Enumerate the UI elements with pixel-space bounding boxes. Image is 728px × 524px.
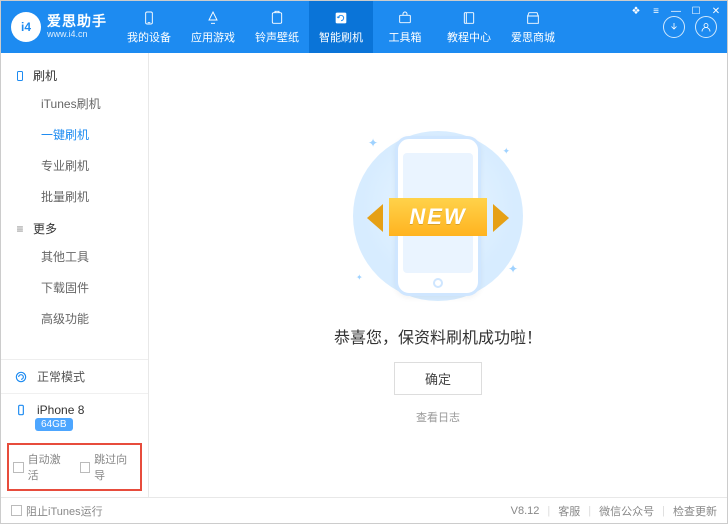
- block-itunes-label: 阻止iTunes运行: [26, 503, 103, 519]
- ribbon-new: NEW: [389, 198, 486, 236]
- mode-row[interactable]: 正常模式: [1, 360, 148, 393]
- skip-guide-checkbox[interactable]: 跳过向导: [80, 451, 137, 483]
- logo-icon: i4: [11, 12, 41, 42]
- refresh-icon: [332, 10, 350, 26]
- group-title: 更多: [33, 220, 57, 237]
- sidebar-item-other-tools[interactable]: 其他工具: [1, 241, 148, 272]
- store-icon: [524, 10, 542, 26]
- view-log-link[interactable]: 查看日志: [416, 409, 460, 425]
- download-button[interactable]: [663, 16, 685, 38]
- music-icon: [268, 10, 286, 26]
- success-message: 恭喜您，保资料刷机成功啦！: [334, 324, 542, 348]
- sidebar-item-download-fw[interactable]: 下载固件: [1, 272, 148, 303]
- nav-label: 铃声壁纸: [255, 29, 299, 45]
- nav-toolbox[interactable]: 工具箱: [373, 1, 437, 53]
- options-box: 自动激活 跳过向导: [7, 443, 142, 491]
- update-link[interactable]: 检查更新: [673, 503, 717, 519]
- device-row[interactable]: iPhone 8 64GB: [1, 393, 148, 439]
- footer: 阻止iTunes运行 V8.12 | 客服 | 微信公众号 | 检查更新: [1, 497, 727, 523]
- block-itunes-checkbox[interactable]: 阻止iTunes运行: [11, 503, 103, 519]
- auto-activate-checkbox[interactable]: 自动激活: [13, 451, 70, 483]
- app-title: 爱思助手: [47, 14, 107, 29]
- sidebar-item-advanced[interactable]: 高级功能: [1, 303, 148, 334]
- mode-label: 正常模式: [37, 368, 85, 385]
- main-content: ✦ ✦ ✦ ✦ NEW 恭喜您，保资料刷机成功啦！ 确定 查看日志: [149, 53, 727, 497]
- sidebar-item-pro-flash[interactable]: 专业刷机: [1, 150, 148, 181]
- book-icon: [460, 10, 478, 26]
- ok-button[interactable]: 确定: [394, 362, 482, 395]
- nav-tutorials[interactable]: 教程中心: [437, 1, 501, 53]
- user-button[interactable]: [695, 16, 717, 38]
- header: i4 爱思助手 www.i4.cn 我的设备 应用游戏 铃声壁纸 智能刷机: [1, 1, 727, 53]
- apps-icon: [204, 10, 222, 26]
- device-name: iPhone 8: [37, 403, 84, 417]
- nav-label: 工具箱: [389, 29, 422, 45]
- wechat-link[interactable]: 微信公众号: [599, 503, 654, 519]
- skin-icon[interactable]: ❖: [629, 4, 643, 18]
- support-link[interactable]: 客服: [558, 503, 580, 519]
- app-url: www.i4.cn: [47, 30, 107, 40]
- nav-my-device[interactable]: 我的设备: [117, 1, 181, 53]
- storage-badge: 64GB: [35, 418, 73, 431]
- maximize-icon[interactable]: ☐: [689, 4, 703, 18]
- sidebar-group-more: ≡ 更多: [1, 212, 148, 241]
- menu-icon[interactable]: ≡: [649, 4, 663, 18]
- nav-store[interactable]: 爱思商城: [501, 1, 565, 53]
- nav-label: 教程中心: [447, 29, 491, 45]
- nav-label: 智能刷机: [319, 29, 363, 45]
- sidebar-item-itunes-flash[interactable]: iTunes刷机: [1, 88, 148, 119]
- toolbox-icon: [396, 10, 414, 26]
- nav-ringtones[interactable]: 铃声壁纸: [245, 1, 309, 53]
- minimize-icon[interactable]: —: [669, 4, 683, 18]
- skip-guide-label: 跳过向导: [94, 451, 136, 483]
- device-phone-icon: [13, 402, 29, 418]
- logo: i4 爱思助手 www.i4.cn: [1, 1, 117, 53]
- close-icon[interactable]: ✕: [709, 4, 723, 18]
- top-nav: 我的设备 应用游戏 铃声壁纸 智能刷机 工具箱 教程中心: [117, 1, 653, 53]
- group-title: 刷机: [33, 67, 57, 84]
- nav-label: 我的设备: [127, 29, 171, 45]
- nav-apps[interactable]: 应用游戏: [181, 1, 245, 53]
- auto-activate-label: 自动激活: [28, 451, 70, 483]
- sidebar-item-batch-flash[interactable]: 批量刷机: [1, 181, 148, 212]
- mode-icon: [13, 369, 29, 385]
- nav-label: 应用游戏: [191, 29, 235, 45]
- nav-flash[interactable]: 智能刷机: [309, 1, 373, 53]
- sidebar-group-flash: 刷机: [1, 59, 148, 88]
- phone-outline-icon: [13, 69, 27, 83]
- sidebar: 刷机 iTunes刷机 一键刷机 专业刷机 批量刷机 ≡ 更多 其他工具 下载固…: [1, 53, 149, 497]
- phone-icon: [140, 10, 158, 26]
- list-icon: ≡: [13, 222, 27, 236]
- sidebar-item-oneclick-flash[interactable]: 一键刷机: [1, 119, 148, 150]
- success-illustration: ✦ ✦ ✦ ✦ NEW: [328, 126, 548, 306]
- nav-label: 爱思商城: [511, 29, 555, 45]
- version-label: V8.12: [511, 505, 540, 517]
